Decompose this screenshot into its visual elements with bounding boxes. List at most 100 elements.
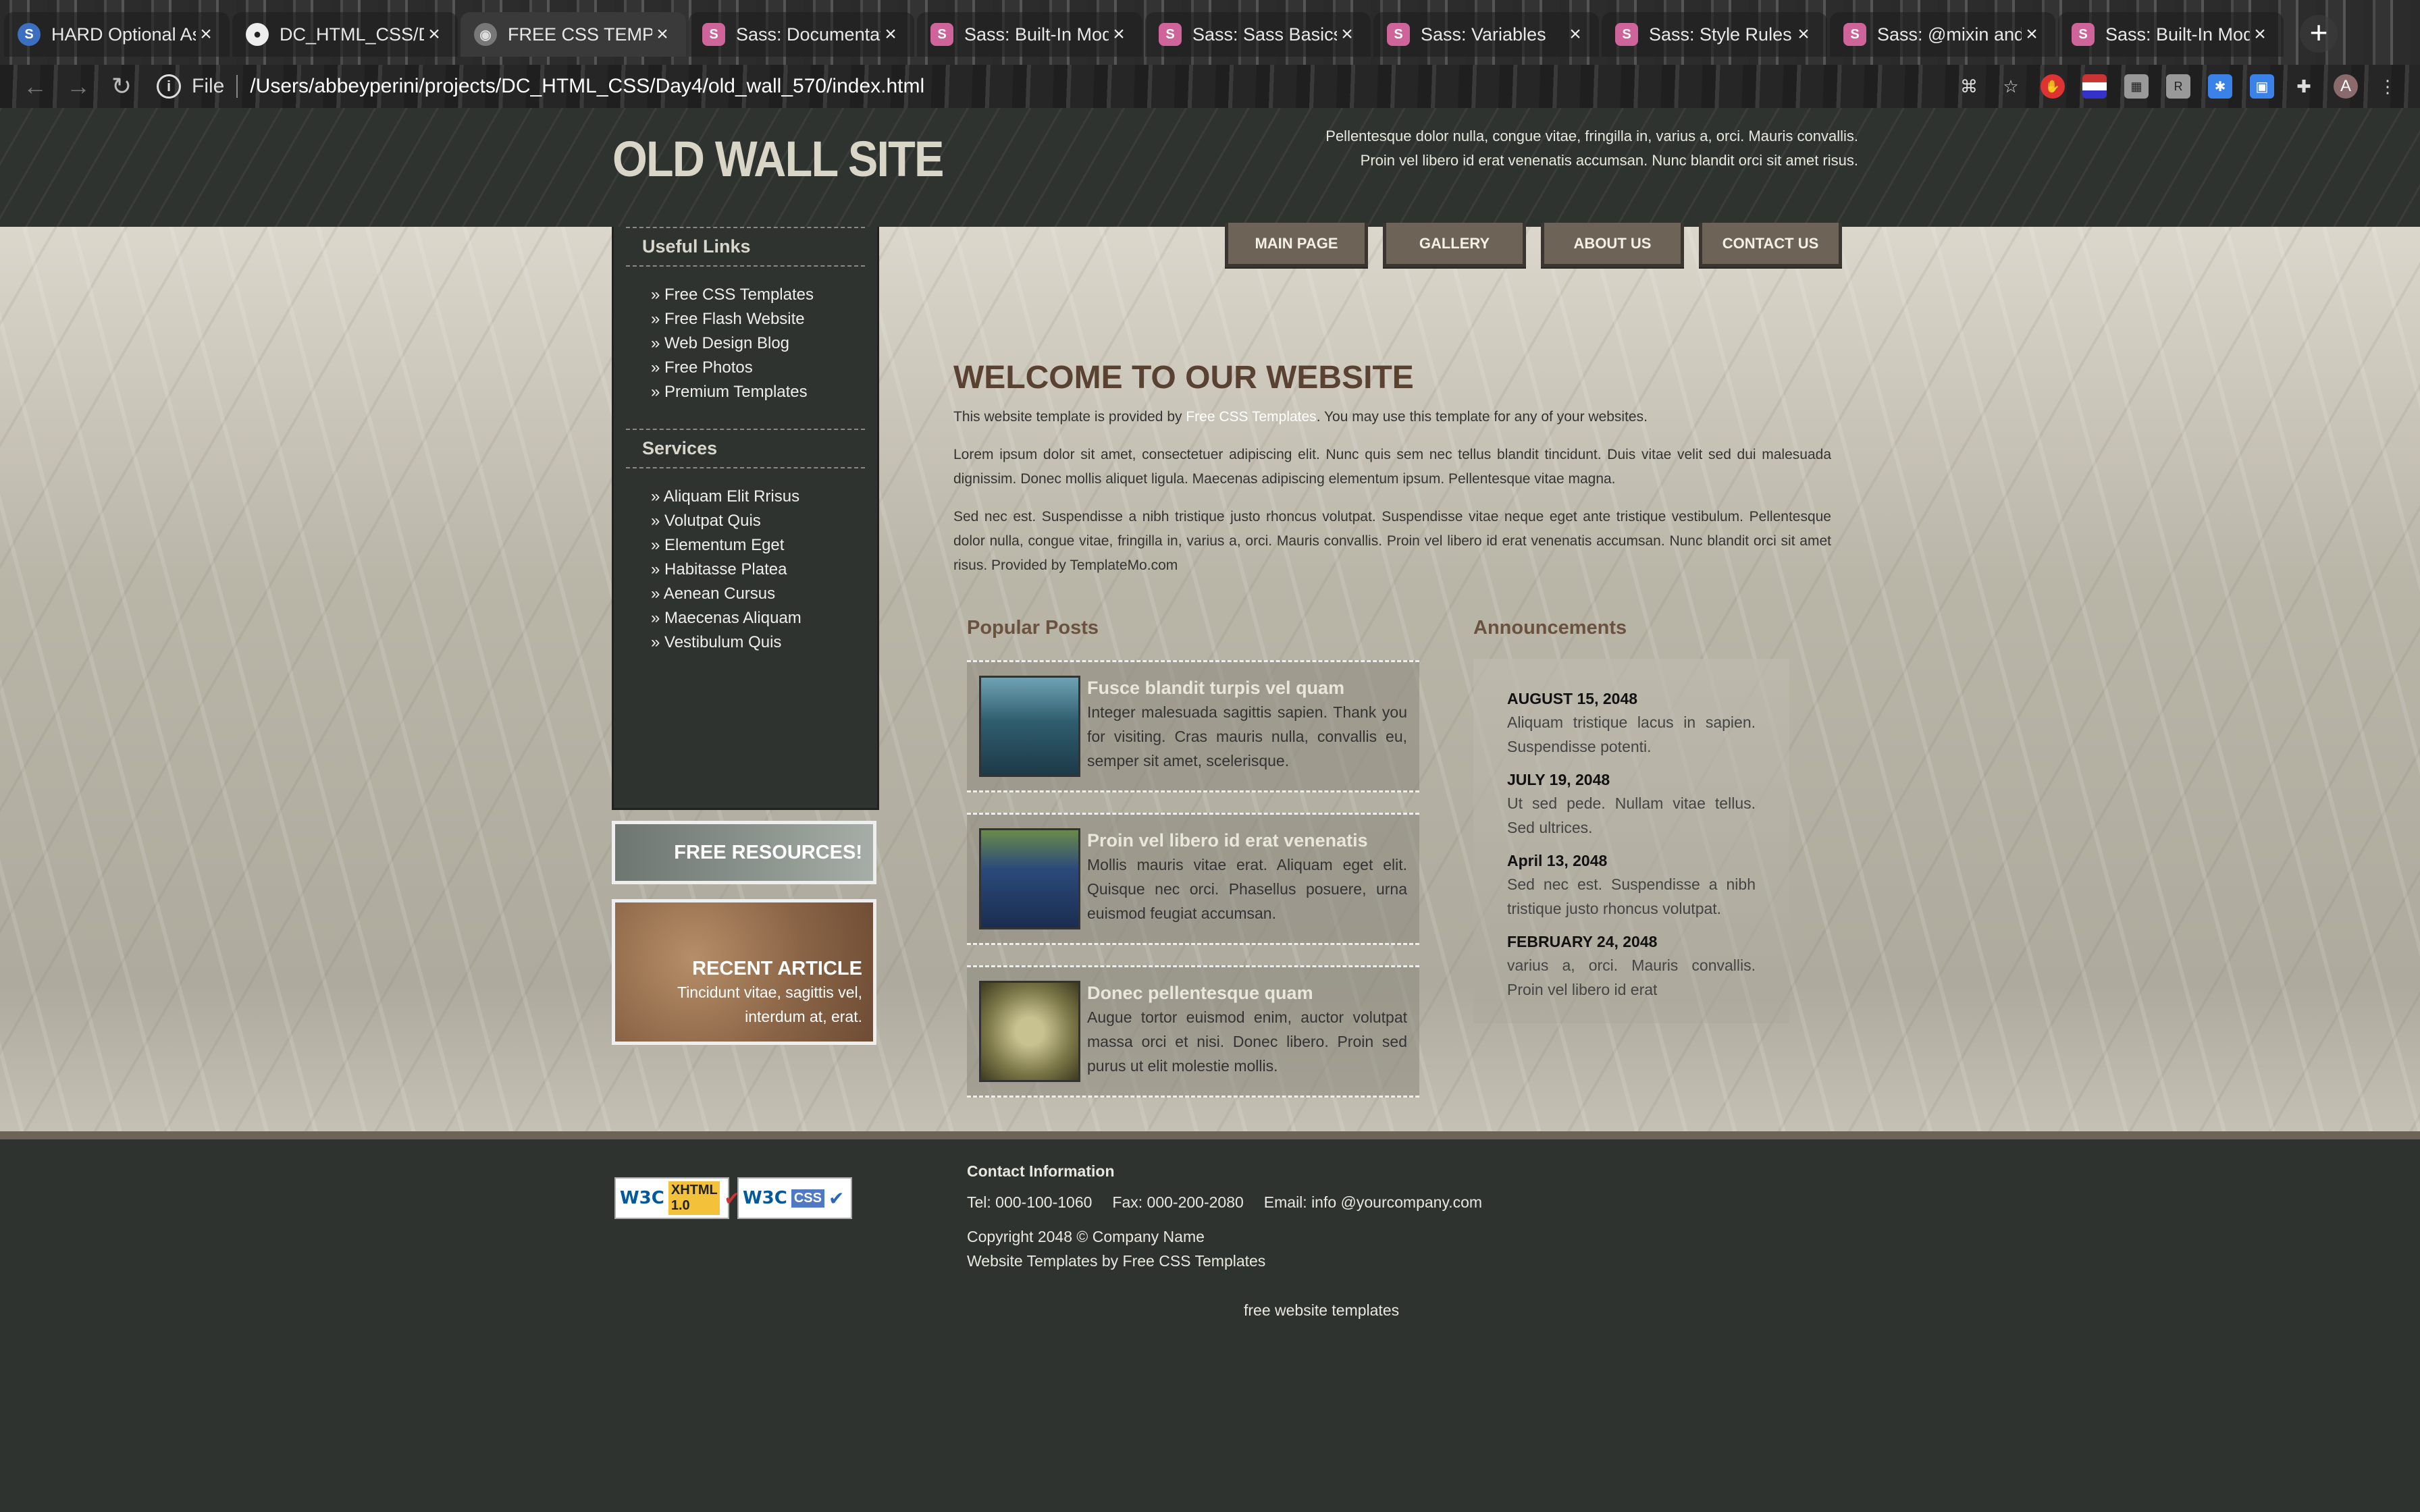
announcement: AUGUST 15, 2048 Aliquam tristique lacus i… bbox=[1507, 687, 1756, 759]
close-tab-icon[interactable]: × bbox=[880, 23, 901, 46]
close-tab-icon[interactable]: × bbox=[1793, 23, 1814, 46]
browser-tab[interactable]: ● DC_HTML_CSS/Da× bbox=[232, 12, 458, 57]
browser-tab[interactable]: S Sass: Style Rules × bbox=[1602, 12, 1827, 57]
nav-gallery[interactable]: GALLERY bbox=[1383, 223, 1526, 267]
w3c-css-badge[interactable]: W3C CSS ✔ bbox=[737, 1177, 852, 1219]
services-title: Services bbox=[626, 429, 865, 468]
close-tab-icon[interactable]: × bbox=[652, 23, 673, 46]
sidebar-link[interactable]: Premium Templates bbox=[651, 380, 877, 404]
new-tab-button[interactable]: + bbox=[2300, 15, 2338, 53]
browser-tab-active[interactable]: ◉ FREE CSS TEMPL × bbox=[461, 12, 686, 57]
welcome-paragraph: Lorem ipsum dolor sit amet, consectetuer… bbox=[953, 447, 1831, 487]
contact-email[interactable]: Email: info @yourcompany.com bbox=[1264, 1193, 1482, 1212]
service-link[interactable]: Aliquam Elit Rrisus bbox=[651, 485, 877, 509]
nav-main-page[interactable]: MAIN PAGE bbox=[1225, 223, 1368, 267]
announcement-date: April 13, 2048 bbox=[1507, 852, 1608, 869]
extension-grid-icon[interactable]: ▦ bbox=[2124, 74, 2149, 99]
profile-avatar[interactable]: A bbox=[2334, 74, 2358, 99]
welcome-section: This website template is provided by Fre… bbox=[953, 405, 1831, 591]
popular-post: Donec pellentesque quam Augue tortor euis… bbox=[967, 965, 1419, 1098]
extension-window-icon[interactable]: ▣ bbox=[2250, 74, 2274, 99]
nav-contact-us[interactable]: CONTACT US bbox=[1699, 223, 1842, 267]
post-thumbnail[interactable] bbox=[979, 676, 1080, 777]
nav-about-us[interactable]: ABOUT US bbox=[1541, 223, 1684, 267]
service-link[interactable]: Vestibulum Quis bbox=[651, 630, 877, 655]
menu-kebab-icon[interactable]: ⋮ bbox=[2375, 74, 2400, 99]
extension-stop-icon[interactable]: ✋ bbox=[2041, 74, 2065, 99]
sidebar-link[interactable]: Web Design Blog bbox=[651, 331, 877, 356]
address-bar[interactable]: i File /Users/abbeyperini/projects/DC_HT… bbox=[157, 69, 1957, 104]
contact-fax: Fax: 000-200-2080 bbox=[1112, 1193, 1244, 1211]
close-tab-icon[interactable]: × bbox=[1337, 23, 1357, 46]
extension-doc-icon[interactable]: R bbox=[2166, 74, 2190, 99]
free-css-templates-link[interactable]: Free CSS Templates bbox=[1186, 409, 1316, 425]
tab-title: Sass: Variables bbox=[1421, 24, 1546, 45]
free-resources-banner[interactable]: FREE RESOURCES! bbox=[612, 821, 876, 884]
post-thumbnail[interactable] bbox=[979, 828, 1080, 929]
tab-title: Sass: Documentat bbox=[736, 24, 880, 45]
close-tab-icon[interactable]: × bbox=[196, 23, 216, 46]
copyright: Copyright 2048 © Company Name Website Te… bbox=[967, 1224, 1265, 1273]
browser-tab[interactable]: S Sass: Sass Basics × bbox=[1145, 12, 1371, 57]
post-text: Augue tortor euismod enim, auctor volutp… bbox=[1087, 1008, 1407, 1075]
extension-bluetooth-icon[interactable]: ✱ bbox=[2208, 74, 2232, 99]
sass-icon: S bbox=[1615, 23, 1638, 46]
announcement: April 13, 2048 Sed nec est. Suspendisse a… bbox=[1507, 849, 1756, 921]
sidebar-link[interactable]: Free CSS Templates bbox=[651, 283, 877, 307]
service-link[interactable]: Habitasse Platea bbox=[651, 558, 877, 582]
service-link[interactable]: Aenean Cursus bbox=[651, 582, 877, 606]
back-button[interactable]: ← bbox=[14, 72, 57, 101]
w3c-xhtml-badge[interactable]: W3C XHTML 1.0 ✔ bbox=[614, 1177, 740, 1219]
info-icon[interactable]: i bbox=[157, 74, 181, 99]
w3c-logo: W3C bbox=[620, 1188, 664, 1208]
service-link[interactable]: Volutpat Quis bbox=[651, 509, 877, 533]
sidebar-link[interactable]: Free Flash Website bbox=[651, 307, 877, 331]
close-tab-icon[interactable]: × bbox=[2022, 23, 2042, 46]
announcement-text: Ut sed pede. Nullam vitae tellus. Sed ul… bbox=[1507, 794, 1756, 836]
browser-tab[interactable]: S Sass: Documentat × bbox=[689, 12, 914, 57]
browser-tab[interactable]: S Sass: Built-In Mod × bbox=[2058, 12, 2284, 57]
post-title[interactable]: Fusce blandit turpis vel quam bbox=[1087, 676, 1407, 700]
tab-title: HARD Optional As bbox=[51, 24, 196, 45]
credits-text[interactable]: Website Templates by Free CSS Templates bbox=[967, 1249, 1265, 1273]
extensions-puzzle-icon[interactable]: ✚ bbox=[2292, 74, 2316, 99]
extension-flag-icon[interactable] bbox=[2082, 74, 2107, 99]
sass-icon: S bbox=[1843, 23, 1866, 46]
web-page: OLD WALL SITE Pellentesque dolor nulla, … bbox=[0, 108, 2420, 1512]
forward-button[interactable]: → bbox=[57, 72, 100, 101]
close-tab-icon[interactable]: × bbox=[1565, 23, 1585, 46]
announcement-date: JULY 19, 2048 bbox=[1507, 771, 1610, 788]
site-footer: W3C XHTML 1.0 ✔ W3C CSS ✔ Contact Informatio… bbox=[0, 1131, 2420, 1512]
tab-title: Sass: Built-In Mod bbox=[2105, 24, 2250, 45]
sidebar-link[interactable]: Free Photos bbox=[651, 356, 877, 380]
recent-article-banner[interactable]: RECENT ARTICLE Tincidunt vitae, sagittis… bbox=[612, 899, 876, 1045]
browser-tab[interactable]: S HARD Optional As × bbox=[4, 12, 230, 57]
browser-tab[interactable]: S Sass: Built-In Mod × bbox=[917, 12, 1142, 57]
site-logo[interactable]: OLD WALL SITE bbox=[612, 130, 944, 188]
browser-tab[interactable]: S Sass: @mixin and × bbox=[1830, 12, 2055, 57]
translate-icon[interactable]: ⌘ bbox=[1957, 74, 1981, 99]
bookmark-star-icon[interactable]: ☆ bbox=[1999, 74, 2023, 99]
announcement-text: Aliquam tristique lacus in sapien. Suspe… bbox=[1507, 713, 1756, 755]
service-link[interactable]: Elementum Eget bbox=[651, 533, 877, 558]
post-title[interactable]: Proin vel libero id erat venenatis bbox=[1087, 828, 1407, 853]
announcement-date: AUGUST 15, 2048 bbox=[1507, 690, 1638, 707]
post-title[interactable]: Donec pellentesque quam bbox=[1087, 981, 1407, 1005]
useful-links-list: Free CSS Templates Free Flash Website We… bbox=[614, 267, 877, 429]
close-tab-icon[interactable]: × bbox=[2250, 23, 2270, 46]
reload-button[interactable]: ↻ bbox=[100, 72, 143, 101]
page-favicon-icon: ◉ bbox=[474, 23, 497, 46]
announcement: JULY 19, 2048 Ut sed pede. Nullam vitae t… bbox=[1507, 768, 1756, 840]
popular-post: Proin vel libero id erat venenatis Mollis… bbox=[967, 813, 1419, 945]
close-tab-icon[interactable]: × bbox=[1109, 23, 1129, 46]
post-thumbnail[interactable] bbox=[979, 981, 1080, 1082]
main-nav: MAIN PAGE GALLERY ABOUT US CONTACT US bbox=[1225, 223, 1842, 267]
url-text[interactable]: /Users/abbeyperini/projects/DC_HTML_CSS/… bbox=[250, 75, 924, 98]
service-link[interactable]: Maecenas Aliquam bbox=[651, 606, 877, 630]
tab-title: Sass: Built-In Mod bbox=[964, 24, 1109, 45]
close-tab-icon[interactable]: × bbox=[424, 23, 444, 46]
free-website-templates-link[interactable]: free website templates bbox=[1244, 1301, 1399, 1320]
browser-tab[interactable]: S Sass: Variables × bbox=[1373, 12, 1599, 57]
contact-title: Contact Information bbox=[967, 1162, 1115, 1180]
tab-title: FREE CSS TEMPL bbox=[508, 24, 652, 45]
